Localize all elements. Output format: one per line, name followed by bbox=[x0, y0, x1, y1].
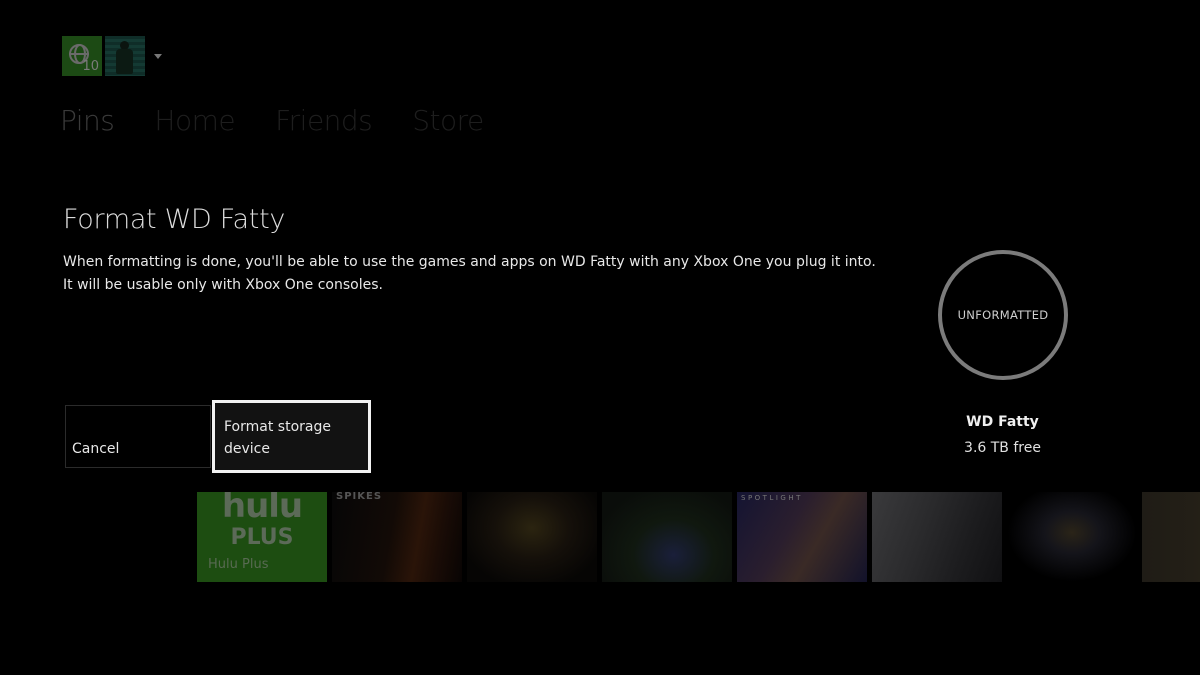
device-name: WD Fatty bbox=[966, 414, 1039, 430]
cancel-button[interactable]: Cancel bbox=[65, 405, 211, 468]
notification-count: 10 bbox=[82, 59, 99, 74]
tile-game[interactable] bbox=[1142, 492, 1200, 582]
tile-game[interactable]: SPIKES bbox=[332, 492, 462, 582]
hulu-logo-plus: PLUS bbox=[230, 525, 294, 550]
device-free-space: 3.6 TB free bbox=[964, 440, 1041, 456]
device-status-ring: UNFORMATTED bbox=[938, 250, 1068, 380]
tile-spotlight[interactable]: SPOTLIGHT bbox=[737, 492, 867, 582]
nav-item-home[interactable]: Home bbox=[154, 104, 235, 137]
device-status: UNFORMATTED bbox=[957, 308, 1049, 322]
tile-label: Hulu Plus bbox=[208, 557, 269, 572]
tile-game[interactable] bbox=[872, 492, 1002, 582]
tile-caption: SPIKES bbox=[336, 492, 383, 502]
pinned-tiles-row: hulu PLUS Hulu Plus SPIKES SPOTLIGHT bbox=[197, 492, 1200, 582]
notifications-tile[interactable]: 10 bbox=[62, 36, 102, 76]
tile-halo[interactable] bbox=[1007, 492, 1137, 582]
format-storage-device-button[interactable]: Format storage device bbox=[212, 400, 371, 473]
cancel-button-label: Cancel bbox=[72, 441, 120, 457]
dialog-title: Format WD Fatty bbox=[63, 204, 286, 235]
nav-item-friends[interactable]: Friends bbox=[275, 104, 373, 137]
format-button-label: Format storage device bbox=[224, 419, 331, 457]
nav-item-store[interactable]: Store bbox=[412, 104, 484, 137]
nav-item-pins[interactable]: Pins bbox=[60, 104, 115, 137]
tile-game[interactable] bbox=[467, 492, 597, 582]
avatar-body bbox=[116, 49, 133, 74]
tile-hulu-plus[interactable]: hulu PLUS Hulu Plus bbox=[197, 492, 327, 582]
xbox-dashboard: 10 Pins Home Friends Store Format WD Fat… bbox=[0, 0, 1200, 675]
profile-bar[interactable]: 10 bbox=[62, 36, 162, 76]
nav-pivots: Pins Home Friends Store bbox=[60, 104, 524, 137]
caret-down-icon[interactable] bbox=[154, 53, 162, 59]
avatar[interactable] bbox=[105, 36, 145, 76]
tile-caption: SPOTLIGHT bbox=[741, 494, 803, 502]
dialog-body: When formatting is done, you'll be able … bbox=[63, 254, 876, 293]
hulu-logo: hulu bbox=[221, 492, 303, 526]
tile-game[interactable] bbox=[602, 492, 732, 582]
